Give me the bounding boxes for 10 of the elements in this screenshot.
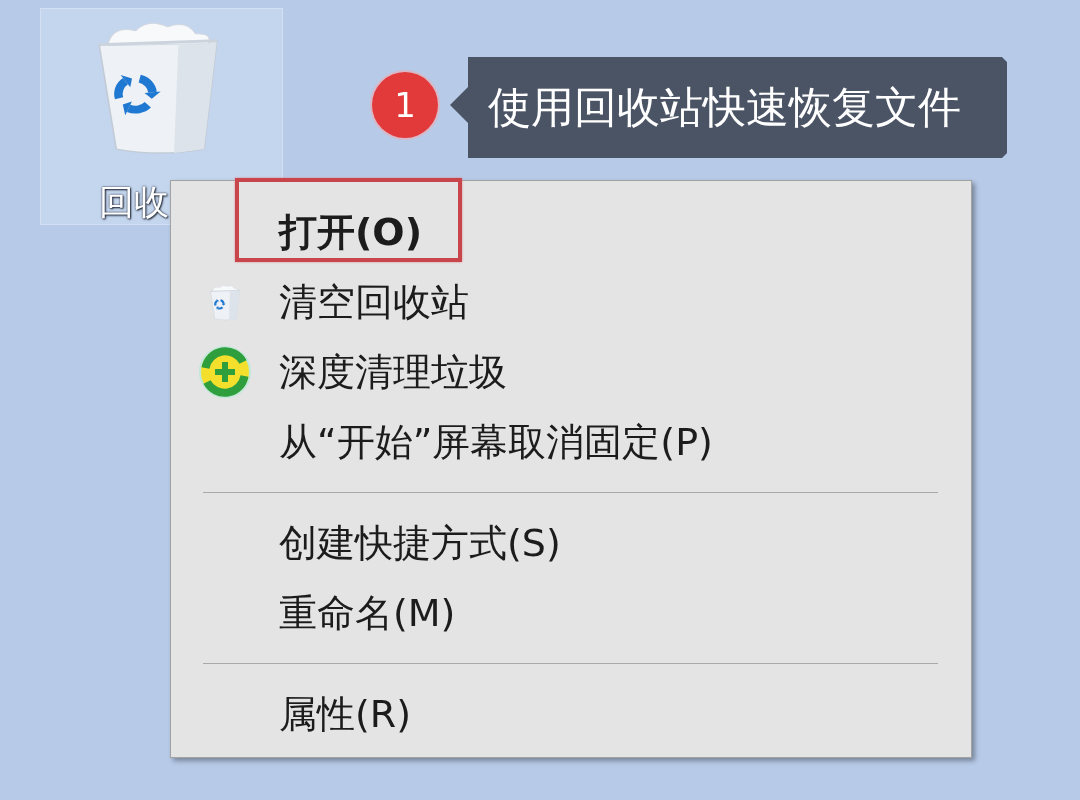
recycle-bin-icon	[210, 283, 240, 321]
step-marker: 1	[372, 72, 438, 138]
menu-item[interactable]: 属性(R)	[171, 679, 971, 749]
tooltip: 使用回收站快速恢复文件	[450, 57, 1007, 158]
menu-item[interactable]: 重命名(M)	[171, 578, 971, 648]
menu-item[interactable]: 清空回收站	[171, 267, 971, 337]
plus-circle-icon	[199, 346, 251, 398]
menu-item[interactable]: 创建快捷方式(S)	[171, 508, 971, 578]
menu-item[interactable]: 深度清理垃圾	[171, 337, 971, 407]
menu-item[interactable]: 从“开始”屏幕取消固定(P)	[171, 407, 971, 477]
